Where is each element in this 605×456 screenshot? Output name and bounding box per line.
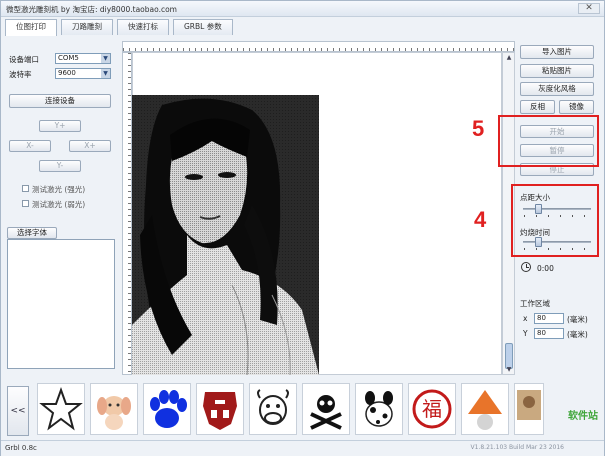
work-area-label: 工作区域 xyxy=(520,299,550,308)
invert-button[interactable]: 反相 xyxy=(520,100,555,114)
watermark-text: 软件站 xyxy=(568,411,598,422)
jog-y-plus-button[interactable]: Y+ xyxy=(39,120,81,132)
cow-icon[interactable] xyxy=(249,383,297,435)
stop-sign-icon[interactable] xyxy=(461,383,509,435)
mirror-button[interactable]: 镜像 xyxy=(559,100,594,114)
clock-icon xyxy=(521,262,531,272)
skull-icon[interactable] xyxy=(302,383,350,435)
svg-text:福: 福 xyxy=(422,397,442,421)
text-input-area[interactable] xyxy=(7,239,115,369)
scroll-up-icon[interactable]: ▲ xyxy=(504,53,514,62)
tab-quick-mark[interactable]: 快速打标 xyxy=(117,19,169,35)
baud-value: 9600 xyxy=(58,69,76,77)
annotation-number-4: 4 xyxy=(474,207,487,232)
thumbnails-prev-button[interactable]: << xyxy=(7,386,29,436)
paw-icon[interactable] xyxy=(143,383,191,435)
x-unit-label: (毫米) xyxy=(567,315,588,324)
test-weak-checkbox[interactable] xyxy=(22,200,29,207)
tab-toolpath-engrave[interactable]: 刀路雕刻 xyxy=(61,19,113,35)
connect-button[interactable]: 连接设备 xyxy=(9,94,111,108)
window-title: 微型激光雕刻机 by 淘宝店: diy8000.taobao.com xyxy=(6,5,177,14)
app-window: 微型激光雕刻机 by 淘宝店: diy8000.taobao.com ✕ 位图打… xyxy=(0,0,605,456)
build-info: V1.8.21.103 Build Mar 23 2016 xyxy=(470,444,564,451)
portrait-illustration-icon xyxy=(132,95,319,375)
dalmatian-icon[interactable] xyxy=(355,383,403,435)
star-icon[interactable] xyxy=(37,383,85,435)
grbl-version: Grbl 0.8c xyxy=(5,444,37,452)
fu-character-icon[interactable]: 福 xyxy=(408,383,456,435)
annotation-box-4 xyxy=(511,184,599,257)
y-label: Y xyxy=(523,329,528,338)
status-bar: Grbl 0.8c V1.8.21.103 Build Mar 23 2016 xyxy=(1,440,604,456)
elapsed-time: 0:00 xyxy=(537,264,554,273)
title-bar: 微型激光雕刻机 by 淘宝店: diy8000.taobao.com ✕ xyxy=(1,1,604,17)
grayscale-style-button[interactable]: 灰度化风格 xyxy=(520,82,594,96)
close-icon[interactable]: ✕ xyxy=(578,3,600,14)
work-area-x-input[interactable]: 80 xyxy=(534,313,564,324)
x-label: x xyxy=(523,314,528,323)
photo-icon[interactable] xyxy=(514,383,544,435)
scroll-down-icon[interactable]: ▼ xyxy=(504,365,514,374)
import-image-button[interactable]: 导入图片 xyxy=(520,45,594,59)
port-select[interactable]: COM5 ▼ xyxy=(55,53,111,64)
engrave-preview-image[interactable] xyxy=(132,95,319,375)
robot-logo-icon[interactable] xyxy=(196,383,244,435)
tab-grbl-params[interactable]: GRBL 参数 xyxy=(173,19,233,35)
tab-bitmap-print[interactable]: 位图打印 xyxy=(5,19,57,36)
chevron-down-icon: ▼ xyxy=(101,69,110,78)
test-strong-checkbox[interactable] xyxy=(22,185,29,192)
jog-x-minus-button[interactable]: X- xyxy=(9,140,51,152)
jog-y-minus-button[interactable]: Y- xyxy=(39,160,81,172)
baud-select[interactable]: 9600 ▼ xyxy=(55,68,111,79)
paste-image-button[interactable]: 粘贴图片 xyxy=(520,64,594,78)
port-value: COM5 xyxy=(58,54,79,62)
dog-icon[interactable] xyxy=(90,383,138,435)
horizontal-ruler xyxy=(122,41,515,52)
annotation-number-5: 5 xyxy=(472,116,485,141)
jog-x-plus-button[interactable]: X+ xyxy=(69,140,111,152)
test-weak-label: 测试激光 (弱光) xyxy=(32,200,86,209)
port-label: 设备端口 xyxy=(9,55,39,64)
y-unit-label: (毫米) xyxy=(567,330,588,339)
select-font-button[interactable]: 选择字体 xyxy=(7,227,57,239)
vertical-ruler xyxy=(122,52,132,375)
baud-label: 波特率 xyxy=(9,70,32,79)
work-area-y-input[interactable]: 80 xyxy=(534,328,564,339)
chevron-down-icon: ▼ xyxy=(101,54,110,63)
tab-bar: 位图打印 刀路雕刻 快速打标 GRBL 参数 xyxy=(5,19,237,36)
test-strong-label: 测试激光 (强光) xyxy=(32,185,86,194)
annotation-box-5 xyxy=(498,115,599,167)
